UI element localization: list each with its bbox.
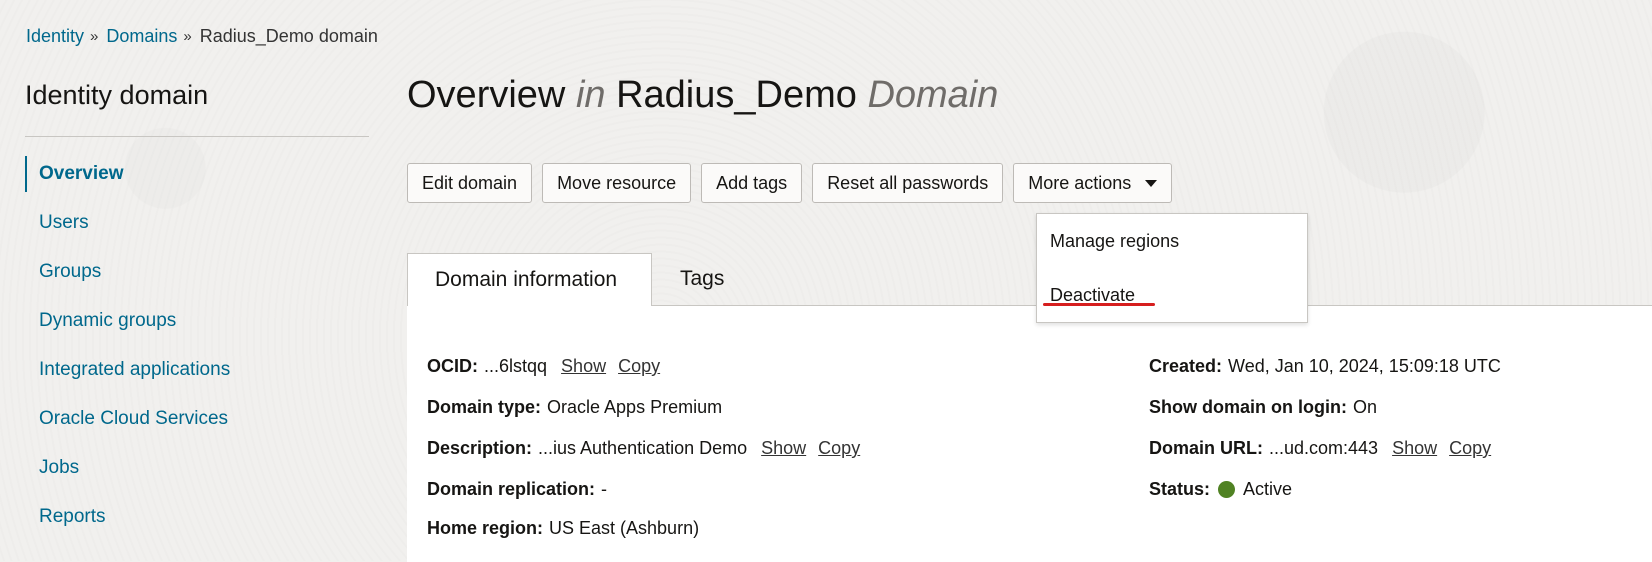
- created-label: Created:: [1149, 356, 1223, 376]
- show-on-login-value: On: [1352, 397, 1377, 417]
- home-region-label: Home region:: [427, 518, 544, 538]
- sidebar-divider: [25, 136, 369, 137]
- domain-replication-row: Domain replication: -: [427, 479, 607, 500]
- ocid-row: OCID: ...6lstqq Show Copy: [427, 356, 660, 377]
- move-resource-button[interactable]: Move resource: [542, 163, 692, 203]
- highlight-underline: [1043, 303, 1155, 306]
- tab-domain-information[interactable]: Domain information: [407, 253, 652, 306]
- reset-passwords-button[interactable]: Reset all passwords: [812, 163, 1004, 203]
- description-label: Description:: [427, 438, 533, 458]
- domain-type-label: Domain type:: [427, 397, 542, 417]
- sidebar-item-overview[interactable]: Overview: [25, 156, 230, 192]
- status-label: Status:: [1149, 479, 1211, 499]
- ocid-show-link[interactable]: Show: [561, 356, 606, 377]
- status-row: Status: Active: [1149, 479, 1292, 500]
- page-title-in: in: [575, 74, 606, 116]
- more-actions-button[interactable]: More actions: [1013, 163, 1173, 203]
- edit-domain-button[interactable]: Edit domain: [407, 163, 533, 203]
- domain-replication-value: -: [601, 479, 608, 499]
- breadcrumb-identity-link[interactable]: Identity: [26, 26, 84, 47]
- more-actions-label: More actions: [1028, 172, 1132, 193]
- ocid-copy-link[interactable]: Copy: [618, 356, 660, 377]
- tab-tags[interactable]: Tags: [680, 253, 724, 305]
- action-toolbar: Edit domain Move resource Add tags Reset…: [407, 163, 1173, 203]
- created-value: Wed, Jan 10, 2024, 15:09:18 UTC: [1228, 356, 1501, 376]
- sidebar-item-groups[interactable]: Groups: [25, 254, 230, 290]
- domain-url-copy-link[interactable]: Copy: [1449, 438, 1491, 459]
- status-value: Active: [1243, 479, 1293, 499]
- description-row: Description: ...ius Authentication Demo …: [427, 438, 860, 459]
- sidebar-item-oracle-cloud-services[interactable]: Oracle Cloud Services: [25, 401, 230, 437]
- home-region-value: US East (Ashburn): [549, 518, 700, 538]
- breadcrumb-current: Radius_Demo domain: [199, 26, 378, 46]
- description-show-link[interactable]: Show: [761, 438, 806, 459]
- sidebar-item-jobs[interactable]: Jobs: [25, 450, 230, 486]
- more-actions-menu: Manage regions Deactivate: [1036, 213, 1308, 323]
- created-row: Created: Wed, Jan 10, 2024, 15:09:18 UTC: [1149, 356, 1501, 377]
- sidebar-item-integrated-applications[interactable]: Integrated applications: [25, 352, 230, 388]
- breadcrumb-separator: »: [183, 28, 192, 45]
- domain-url-label: Domain URL:: [1149, 438, 1263, 458]
- page-title-main: Overview: [407, 74, 566, 116]
- domain-type-row: Domain type: Oracle Apps Premium: [427, 397, 722, 418]
- domain-replication-label: Domain replication:: [427, 479, 596, 499]
- domain-type-value: Oracle Apps Premium: [547, 397, 723, 417]
- home-region-row: Home region: US East (Ashburn): [427, 518, 699, 539]
- breadcrumb-domains-link[interactable]: Domains: [106, 26, 177, 47]
- domain-url-value: ...ud.com:443: [1269, 438, 1379, 458]
- ocid-label: OCID:: [427, 356, 478, 376]
- sidebar-nav: Overview Users Groups Dynamic groups Int…: [25, 156, 230, 548]
- caret-down-icon: [1145, 179, 1158, 187]
- page-title-domain-word: Domain: [867, 74, 999, 116]
- domain-url-row: Domain URL: ...ud.com:443 Show Copy: [1149, 438, 1491, 459]
- breadcrumb: Identity » Domains » Radius_Demo domain: [26, 26, 378, 47]
- show-on-login-row: Show domain on login: On: [1149, 397, 1377, 418]
- add-tags-button[interactable]: Add tags: [701, 163, 803, 203]
- menu-item-manage-regions[interactable]: Manage regions: [1050, 231, 1179, 252]
- description-value: ...ius Authentication Demo: [538, 438, 748, 458]
- domain-url-show-link[interactable]: Show: [1392, 438, 1437, 459]
- description-copy-link[interactable]: Copy: [818, 438, 860, 459]
- ocid-value: ...6lstqq: [484, 356, 548, 376]
- page-title-domain-name: Radius_Demo: [616, 74, 857, 116]
- status-active-icon: [1218, 481, 1236, 498]
- sidebar-item-dynamic-groups[interactable]: Dynamic groups: [25, 303, 230, 339]
- sidebar-title: Identity domain: [25, 80, 209, 110]
- breadcrumb-separator: »: [90, 28, 99, 45]
- page-title: Overview in Radius_Demo Domain: [407, 74, 998, 117]
- show-on-login-label: Show domain on login:: [1149, 397, 1347, 417]
- sidebar-item-reports[interactable]: Reports: [25, 499, 230, 535]
- sidebar-item-users[interactable]: Users: [25, 205, 230, 241]
